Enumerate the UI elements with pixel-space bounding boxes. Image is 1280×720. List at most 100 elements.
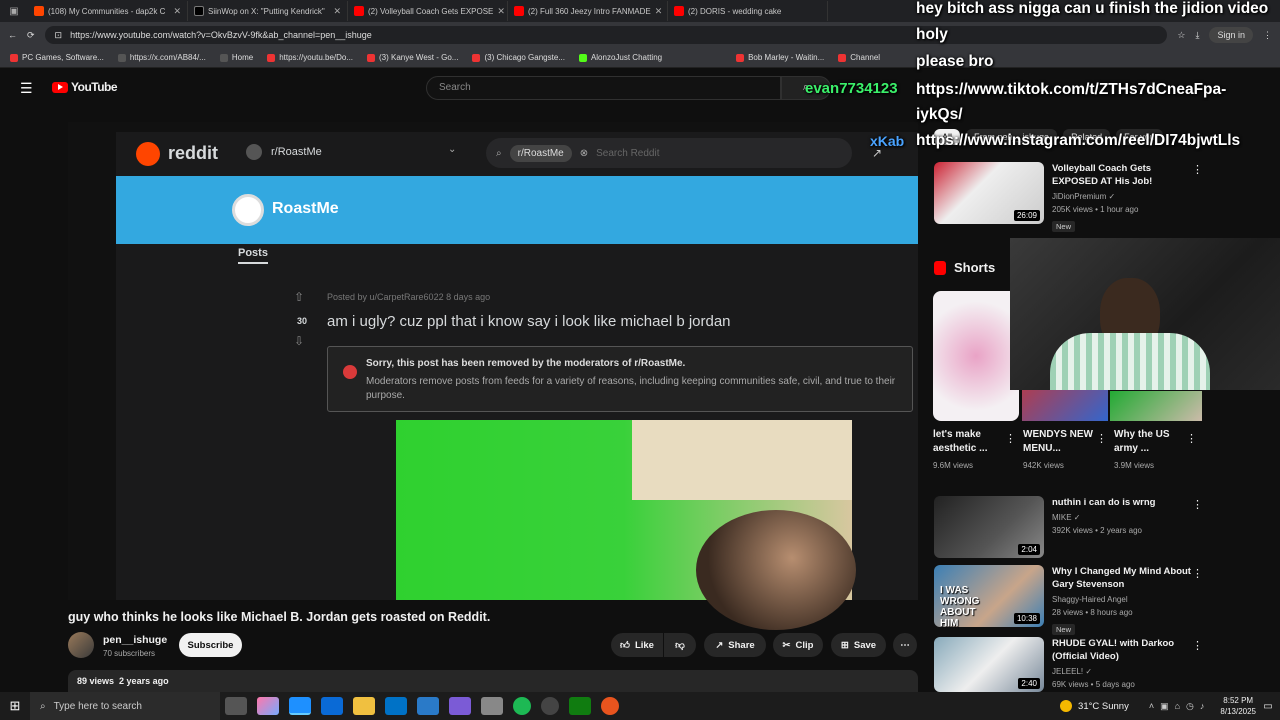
description-box[interactable]: 89 views 2 years ago (68, 670, 918, 692)
more-options-icon[interactable]: ⋮ (1096, 432, 1107, 445)
search-input[interactable]: Search (426, 76, 781, 100)
bookmark-favicon-icon (736, 53, 745, 62)
bookmark-favicon-icon (267, 53, 276, 62)
chat-username: xKab (870, 133, 905, 149)
reddit-search-field: ⌕ r/RoastMe ⊗ Search Reddit (486, 138, 852, 168)
more-options-icon[interactable]: ⋮ (1192, 498, 1203, 511)
browser-tab[interactable]: (2) Volleyball Coach Gets EXPOSE ✕ (348, 1, 508, 21)
copilot-icon[interactable] (257, 697, 279, 715)
close-tab-icon[interactable]: ✕ (497, 6, 505, 17)
thumbs-up-icon: 👍︎ (620, 640, 630, 651)
browser-tab[interactable]: (2) DORIS - wedding cake (668, 1, 828, 21)
browser-tab[interactable]: SiinWop on X: "Putting Kendrick" ✕ (188, 1, 348, 21)
bookmark[interactable]: (3) Kanye West - Go... (367, 53, 458, 62)
weather-text: 31°C Sunny (1078, 700, 1129, 712)
xbox-icon[interactable] (569, 697, 591, 715)
reload-icon[interactable]: ⟳ (27, 30, 35, 41)
system-tray-icons[interactable]: ˄▣⌂◷♪ (1149, 701, 1211, 712)
app-icon[interactable] (481, 697, 503, 715)
short-thumbnail[interactable] (1110, 391, 1202, 421)
task-view-icon[interactable] (225, 697, 247, 715)
reddit-search-placeholder: Search Reddit (596, 147, 660, 159)
bookmark[interactable]: Bob Marley - Waitin... (736, 53, 824, 62)
bookmark[interactable]: AlonzoJust Chatting (578, 53, 662, 62)
sidebar-video[interactable]: 26:09 Volleyball Coach Gets EXPOSED AT H… (934, 162, 1192, 234)
site-info-icon[interactable]: ⊡ (55, 30, 63, 41)
bookmark-label: https://x.com/AB84/... (129, 53, 206, 62)
clock[interactable]: 8:52 PM 8/13/2025 (1220, 695, 1256, 717)
notifications-icon[interactable]: ▭ (1256, 701, 1280, 712)
reddit-snoo-icon (136, 142, 160, 166)
like-button[interactable]: 👍︎ Like (611, 633, 663, 657)
bookmark[interactable]: (3) Chicago Gangste... (472, 53, 565, 62)
tab-actions-icon[interactable]: ▣ (0, 6, 28, 17)
removed-notice: Sorry, this post has been removed by the… (327, 346, 913, 412)
windows-start-icon[interactable]: ⊞ (0, 698, 30, 714)
photos-icon[interactable] (417, 697, 439, 715)
bookmark[interactable]: PC Games, Software... (10, 53, 104, 62)
close-tab-icon[interactable]: ✕ (333, 6, 341, 17)
sidebar-video-title: Why I Changed My Mind About Gary Stevens… (1052, 566, 1191, 590)
edge-icon[interactable] (289, 697, 311, 715)
channel-avatar[interactable] (68, 632, 94, 658)
more-options-icon[interactable]: ⋮ (1005, 432, 1016, 445)
weather-widget[interactable]: 31°C Sunny (1060, 700, 1129, 712)
subscribe-button[interactable]: Subscribe (179, 633, 242, 657)
star-icon[interactable]: ☆ (1177, 30, 1185, 41)
more-options-icon[interactable]: ⋮ (1192, 163, 1203, 176)
youtube-logo[interactable]: YouTube (52, 80, 118, 94)
video-thumbnail: 2:04 (934, 496, 1044, 558)
app-icon[interactable] (449, 697, 471, 715)
more-options-icon[interactable]: ⋮ (1186, 432, 1197, 445)
store-icon[interactable] (321, 697, 343, 715)
back-icon[interactable]: ← (8, 30, 17, 40)
bookmark-label: https://youtu.be/Do... (279, 53, 354, 62)
menu-icon[interactable]: ⋮ (1263, 30, 1272, 41)
bookmark[interactable]: https://youtu.be/Do... (267, 53, 353, 62)
sidebar-video[interactable]: 2:04 nuthin i can do is wrng MIKE ✓ 392K… (934, 496, 1192, 558)
taskbar-search[interactable]: ⌕ Type here to search (30, 692, 220, 720)
post-title: am i ugly? cuz ppl that i know say i loo… (327, 313, 731, 330)
sidebar-video-meta: 69K views • 5 days ago (1052, 680, 1135, 689)
share-button[interactable]: ↗ Share (704, 633, 766, 657)
shorts-label: Shorts (954, 260, 996, 275)
sun-icon (1060, 700, 1073, 712)
file-explorer-icon[interactable] (353, 697, 375, 715)
clip-button[interactable]: ✂ Clip (773, 633, 823, 657)
dislike-button[interactable]: 👎︎ (664, 633, 696, 657)
bookmark[interactable]: https://x.com/AB84/... (117, 53, 206, 62)
more-options-icon[interactable]: ⋮ (1192, 567, 1203, 580)
bookmark-label: (3) Kanye West - Go... (379, 53, 459, 62)
bookmark[interactable]: Home (219, 53, 253, 62)
new-badge: New (1052, 221, 1076, 232)
short-title[interactable]: WENDYS NEW MENU... (1023, 428, 1093, 456)
hamburger-menu-icon[interactable]: ☰ (20, 80, 33, 97)
short-title[interactable]: let's make aesthetic ... (933, 428, 1003, 456)
spotify-icon[interactable] (513, 697, 531, 715)
short-thumbnail[interactable] (933, 291, 1019, 421)
post-image-wall (632, 420, 852, 500)
duration-badge: 26:09 (1013, 210, 1040, 221)
short-title[interactable]: Why the US army ... (1114, 428, 1184, 456)
sign-in-button[interactable]: Sign in (1209, 27, 1253, 43)
app-icon[interactable] (601, 697, 619, 715)
browser-tab[interactable]: (108) My Communities - dap2k C ✕ (28, 1, 188, 21)
save-button[interactable]: ⊞ Save (831, 633, 886, 657)
more-actions-button[interactable]: ⋯ (893, 633, 917, 657)
close-tab-icon[interactable]: ✕ (173, 6, 181, 17)
bookmark[interactable]: Channel (838, 53, 880, 62)
sidebar-video[interactable]: I WAS WRONG ABOUT HIM 10:38 Why I Change… (934, 565, 1192, 637)
posts-tab: Posts (238, 247, 268, 264)
close-tab-icon[interactable]: ✕ (655, 6, 663, 17)
outlook-icon[interactable] (385, 697, 407, 715)
browser-tab[interactable]: (2) Full 360 Jeezy Intro FANMADE ✕ (508, 1, 668, 21)
url-field[interactable]: ⊡ https://www.youtube.com/watch?v=OkvBzv… (44, 26, 1168, 44)
video-thumbnail: I WAS WRONG ABOUT HIM 10:38 (934, 565, 1044, 629)
reddit-favicon-icon (34, 6, 44, 16)
sidebar-video[interactable]: 2:40 RHUDE GYAL! with Darkoo (Official V… (934, 637, 1192, 692)
steam-icon[interactable] (541, 697, 559, 715)
download-icon[interactable]: ⤓ (1195, 30, 1199, 41)
sidebar-video-channel: Shaggy-Haired Angel (1052, 595, 1128, 604)
channel-name[interactable]: pen__ishuge (103, 634, 167, 646)
more-options-icon[interactable]: ⋮ (1192, 639, 1203, 652)
